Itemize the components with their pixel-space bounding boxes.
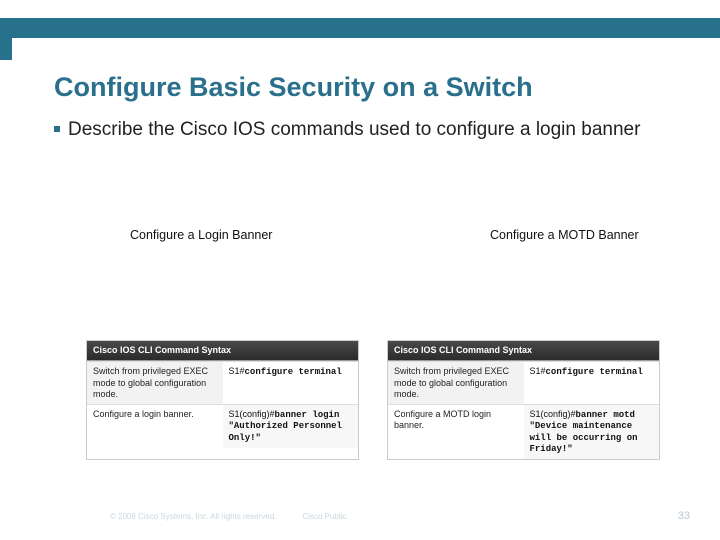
table-row: Switch from privileged EXEC mode to glob… (388, 361, 659, 404)
cli-command: configure terminal (245, 367, 342, 377)
table-motd-header: Cisco IOS CLI Command Syntax (388, 341, 659, 361)
table-motd: Cisco IOS CLI Command Syntax Switch from… (387, 340, 660, 460)
panel-title-motd: Configure a MOTD Banner (490, 228, 639, 242)
cli-prompt: S1# (530, 366, 546, 376)
table-login-header: Cisco IOS CLI Command Syntax (87, 341, 358, 361)
cell-desc: Switch from privileged EXEC mode to glob… (87, 362, 223, 404)
panel-title-login: Configure a Login Banner (130, 228, 272, 242)
cli-prompt: S1(config)# (530, 409, 576, 419)
cell-desc: Configure a login banner. (87, 405, 223, 448)
bullet-icon (54, 126, 60, 132)
cell-cmd: S1#configure terminal (524, 362, 660, 404)
cell-desc: Configure a MOTD login banner. (388, 405, 524, 459)
page-number: 33 (678, 510, 690, 522)
bullet-item: Describe the Cisco IOS commands used to … (54, 118, 660, 142)
table-row: Switch from privileged EXEC mode to glob… (87, 361, 358, 404)
slide-title: Configure Basic Security on a Switch (54, 72, 533, 103)
table-row: Configure a MOTD login banner. S1(config… (388, 404, 659, 459)
cell-cmd: S1(config)#banner login "Authorized Pers… (223, 405, 359, 448)
cli-prompt: S1# (229, 366, 245, 376)
cli-prompt: S1(config)# (229, 409, 275, 419)
bullet-text: Describe the Cisco IOS commands used to … (68, 118, 640, 142)
cell-cmd: S1#configure terminal (223, 362, 359, 404)
footer: © 2006 Cisco Systems, Inc. All rights re… (110, 510, 690, 522)
header-notch (0, 38, 12, 60)
tables-row: Cisco IOS CLI Command Syntax Switch from… (86, 340, 660, 460)
header-bar (0, 18, 720, 38)
cli-command: configure terminal (546, 367, 643, 377)
footer-copyright: © 2006 Cisco Systems, Inc. All rights re… (110, 512, 276, 521)
cell-cmd: S1(config)#banner motd "Device maintenan… (524, 405, 660, 459)
table-login: Cisco IOS CLI Command Syntax Switch from… (86, 340, 359, 460)
table-row: Configure a login banner. S1(config)#ban… (87, 404, 358, 448)
cell-desc: Switch from privileged EXEC mode to glob… (388, 362, 524, 404)
footer-public: Cisco Public (302, 512, 346, 521)
